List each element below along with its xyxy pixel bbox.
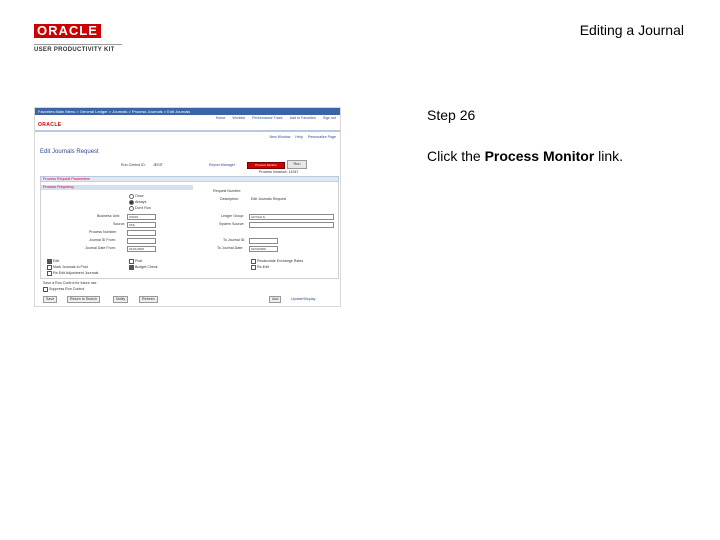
re-edit-label: Re-Edit	[257, 265, 269, 269]
page-title: Edit Journals Request	[40, 149, 99, 155]
journal-date-from-label: Journal Date From:	[85, 246, 116, 250]
process-number-label: Process Number:	[89, 230, 117, 234]
suppress-run-control-checkbox[interactable]	[43, 287, 48, 292]
edit-label: Edit	[53, 259, 60, 263]
footer-note: Save a Run Control for future use	[43, 281, 97, 285]
freq-once-radio[interactable]	[129, 194, 134, 199]
new-window-link[interactable]: New Window	[269, 135, 290, 139]
ledger-group-label: Ledger Group:	[221, 214, 245, 218]
system-source-label: System Source:	[219, 222, 245, 226]
nav-signout-link[interactable]: Sign out	[323, 116, 336, 120]
process-monitor-link[interactable]: Process Monitor	[247, 162, 285, 169]
post-checkbox[interactable]	[129, 259, 134, 264]
journal-date-to-field[interactable]: 01/04/2000	[249, 246, 278, 252]
re-edit-adjustment-label: Re-Edit Adjustment Journals	[53, 271, 99, 275]
re-edit-adjustment-checkbox[interactable]	[47, 271, 52, 276]
notify-button[interactable]: Notify	[113, 296, 129, 303]
re-edit-checkbox[interactable]	[251, 265, 256, 270]
mark-journals-checkbox[interactable]	[47, 265, 52, 270]
suppress-run-control-label: Suppress Run Control	[49, 287, 85, 291]
journal-date-to-label: To Journal Date:	[217, 246, 244, 250]
save-button[interactable]: Save	[43, 296, 58, 303]
system-source-select[interactable]	[249, 222, 334, 228]
business-unit-field[interactable]: US001	[127, 214, 156, 220]
nav-performance-link[interactable]: Performance Trace	[252, 116, 283, 120]
oracle-logo: ORACLE	[38, 122, 62, 128]
run-control-value: JEDIT	[153, 163, 163, 167]
nav-worklist-link[interactable]: Worklist	[232, 116, 245, 120]
update-display-link[interactable]: Update/Display	[291, 297, 315, 301]
nav-favorites-link[interactable]: Add to Favorites	[290, 116, 316, 120]
freq-dont-run-label: Don't Run	[135, 206, 151, 210]
budget-check-checkbox[interactable]	[129, 265, 134, 270]
report-manager-link[interactable]: Report Manager	[209, 163, 235, 167]
step-number: Step 26	[427, 107, 476, 123]
process-number-field[interactable]	[127, 230, 156, 236]
process-instance: Process Instance: 14347	[259, 170, 299, 174]
description-value: Edit Journals Request	[251, 197, 287, 201]
journal-id-from-field[interactable]	[127, 238, 156, 244]
journal-id-to-label: To Journal ID:	[223, 238, 246, 242]
budget-check-label: Budget Check	[135, 265, 158, 269]
freq-always-radio[interactable]	[129, 200, 134, 205]
help-link[interactable]: Help	[295, 135, 302, 139]
journal-id-from-label: Journal ID From:	[89, 238, 116, 242]
source-label: Source:	[113, 222, 126, 226]
return-to-search-button[interactable]: Return to Search	[67, 296, 101, 303]
process-frequency-header: Process Frequency	[41, 185, 193, 190]
recalc-exchange-checkbox[interactable]	[251, 259, 256, 264]
freq-dont-run-radio[interactable]	[129, 206, 134, 211]
instruction-target: Process Monitor	[484, 148, 595, 164]
journal-date-from-field[interactable]: 01/01/2000	[127, 246, 156, 252]
refresh-button[interactable]: Refresh	[139, 296, 158, 303]
add-button[interactable]: Add	[269, 296, 282, 303]
mark-journals-label: Mark Journals to Post	[53, 265, 88, 269]
ledger-group-field[interactable]: ACTUALS	[249, 214, 334, 220]
journal-id-to-field[interactable]	[249, 238, 278, 244]
business-unit-label: Business Unit:	[97, 214, 120, 218]
run-button[interactable]: Run	[287, 160, 307, 169]
recalc-exchange-label: Recalculate Exchange Rates	[257, 259, 304, 263]
step-instruction: Click the Process Monitor link.	[427, 148, 623, 164]
oracle-wordmark: ORACLE	[34, 24, 101, 38]
header-nav: Home Worklist Performance Trace Add to F…	[35, 115, 340, 121]
instruction-pre: Click the	[427, 148, 485, 164]
edit-checkbox[interactable]	[47, 259, 52, 264]
freq-once-label: Once	[135, 194, 144, 198]
run-control-label: Run Control ID:	[121, 163, 146, 167]
upk-wordmark: USER PRODUCTIVITY KIT	[34, 44, 122, 53]
post-label: Post	[135, 259, 143, 263]
source-field[interactable]: ONL	[127, 222, 156, 228]
freq-always-label: Always	[135, 200, 147, 204]
peoplesoft-screenshot: Favorites Main Menu > General Ledger > J…	[34, 107, 341, 307]
slide-title: Editing a Journal	[579, 22, 684, 38]
header-divider	[35, 130, 340, 132]
page-links: New Window Help Personalize Page	[265, 135, 336, 139]
breadcrumb-bar[interactable]: Favorites Main Menu > General Ledger > J…	[35, 108, 340, 115]
request-number-label: Request Number:	[213, 189, 242, 193]
oracle-upk-logo: ORACLE USER PRODUCTIVITY KIT	[34, 22, 134, 53]
instruction-post: link.	[594, 148, 624, 164]
nav-home-link[interactable]: Home	[216, 116, 226, 120]
personalize-link[interactable]: Personalize Page	[308, 135, 336, 139]
description-label: Description:	[220, 197, 239, 201]
